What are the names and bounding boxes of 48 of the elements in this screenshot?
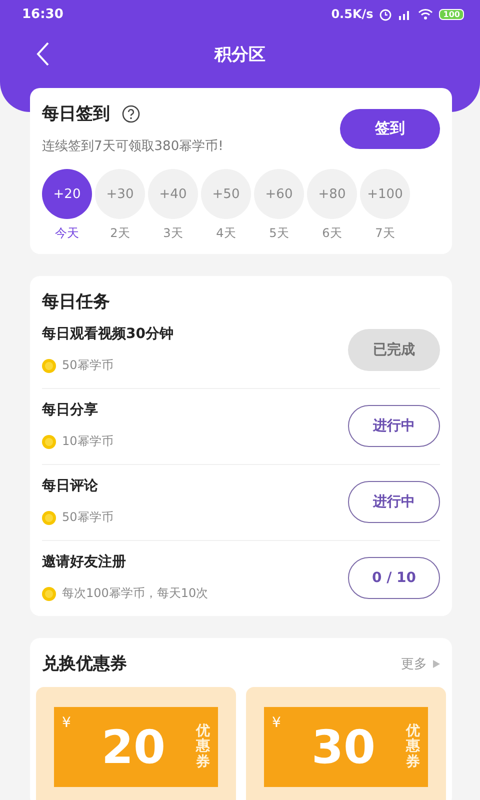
task-name: 每日分享 — [42, 401, 99, 419]
task-status-button[interactable]: 进行中 — [348, 404, 440, 446]
coupon-tag: 优惠券 — [196, 724, 210, 770]
coin-icon — [42, 586, 56, 600]
section-title: 兑换优惠券 — [42, 653, 128, 675]
task-reward: 50幂学币 — [62, 509, 114, 526]
day-label: 2天 — [110, 225, 130, 242]
checkin-button[interactable]: 签到 — [340, 108, 440, 148]
coupon-tag: 优惠券 — [406, 724, 420, 770]
status-time: 16:30 — [22, 6, 64, 22]
checkin-hint: 连续签到7天可领取380幂学币! — [42, 138, 224, 155]
day-reward: +80 — [307, 169, 357, 219]
task-name: 每日评论 — [42, 477, 99, 495]
day-reward: +50 — [201, 169, 251, 219]
coin-icon — [42, 510, 56, 524]
day-reward: +60 — [254, 169, 304, 219]
task-reward: 50幂学币 — [62, 357, 114, 374]
wifi-icon — [418, 8, 434, 20]
day-label: 6天 — [322, 225, 342, 242]
coin-icon — [42, 434, 56, 448]
page-title: 积分区 — [214, 44, 266, 66]
currency-sign: ¥ — [62, 715, 71, 731]
coupon-amount: 20 — [100, 720, 166, 774]
task-name: 邀请好友注册 — [42, 553, 127, 571]
day-reward: +100 — [360, 169, 410, 219]
day-reward: +20 — [42, 169, 92, 219]
task-reward: 每次100幂学币，每天10次 — [62, 585, 208, 602]
day-reward: +30 — [95, 169, 145, 219]
coupon-amount: 30 — [310, 720, 376, 774]
task-name: 每日观看视频30分钟 — [42, 325, 174, 343]
help-icon[interactable] — [122, 104, 140, 122]
day-label: 5天 — [269, 225, 289, 242]
day-label: 今天 — [55, 225, 79, 242]
task-status-button[interactable]: 0 / 10 — [348, 556, 440, 598]
day-label: 4天 — [216, 225, 236, 242]
section-title: 每日签到 — [42, 103, 110, 125]
network-speed: 0.5K/s — [331, 7, 374, 21]
day-reward: +40 — [148, 169, 198, 219]
currency-sign: ¥ — [272, 715, 281, 731]
task-reward: 10幂学币 — [62, 433, 114, 450]
task-status-button[interactable]: 已完成 — [348, 328, 440, 370]
section-title: 每日任务 — [42, 291, 111, 313]
battery-indicator: 100 — [439, 8, 464, 20]
day-label: 7天 — [375, 225, 395, 242]
day-label: 3天 — [163, 225, 183, 242]
back-icon[interactable] — [36, 41, 50, 67]
coin-icon — [42, 358, 56, 372]
task-status-button[interactable]: 进行中 — [348, 480, 440, 522]
